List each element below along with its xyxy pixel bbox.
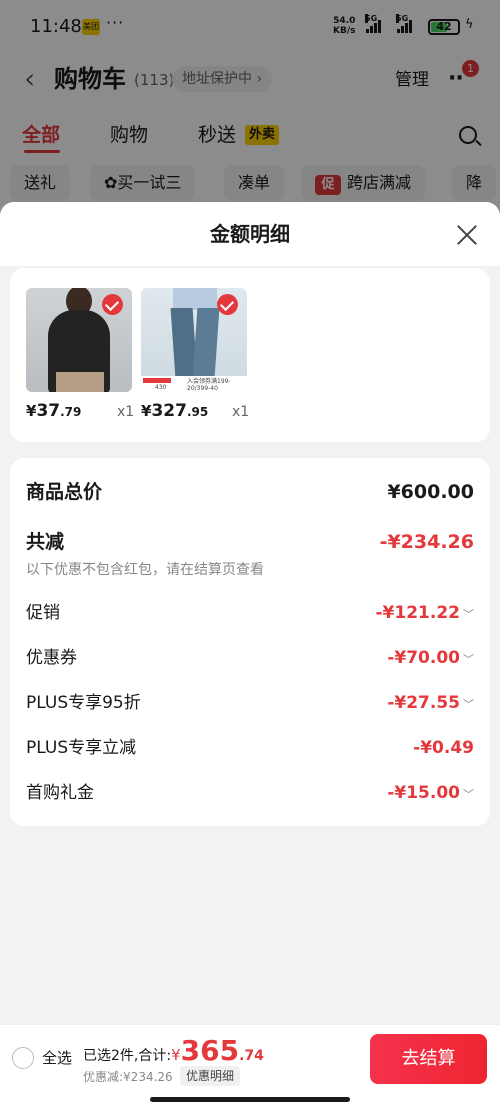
plus-reduce-row: PLUS专享立减 -¥0.49	[26, 734, 474, 762]
first-buy-gift-row[interactable]: 首购礼金 -¥15.00 ﹀	[26, 779, 474, 807]
chevron-down-icon: ﹀	[463, 788, 474, 801]
total-price-value: ¥600.00	[387, 481, 474, 503]
image-strip-price: 430	[155, 384, 167, 391]
total-reduce-value: -¥234.26	[379, 531, 474, 553]
sheet-header: 金额明细	[0, 202, 500, 266]
promo-row[interactable]: 促销 -¥121.22 ﹀	[26, 599, 474, 627]
total-price-row: 商品总价 ¥600.00	[26, 478, 474, 506]
plus-discount-value: -¥27.55 ﹀	[387, 693, 474, 713]
product-quantity: x1	[232, 404, 250, 420]
product-card: ¥37.79 x1 430 入会领券满199-20/399-40 ¥327.95 …	[10, 268, 490, 442]
home-indicator[interactable]	[150, 1097, 350, 1102]
image-strip-text: 入会领券满199-20/399-40	[187, 378, 231, 392]
select-all-radio[interactable]	[12, 1047, 34, 1069]
coupon-row[interactable]: 优惠券 -¥70.00 ﹀	[26, 644, 474, 672]
check-icon[interactable]	[102, 294, 123, 315]
close-icon[interactable]	[456, 224, 478, 246]
discount-detail-button[interactable]: 优惠明细	[180, 1066, 241, 1086]
plus-reduce-value: -¥0.49	[413, 738, 474, 758]
total-price-label: 商品总价	[26, 481, 103, 503]
discount-note: 以下优惠不包含红包，请在结算页查看	[26, 562, 264, 578]
first-buy-gift-label: 首购礼金	[26, 783, 94, 803]
coupon-label: 优惠券	[26, 648, 77, 668]
promo-value: -¥121.22 ﹀	[375, 603, 475, 623]
amount-detail-sheet: 金额明细 ¥37.79 x1 430 入会领券满199-20/399-40 ¥32…	[0, 202, 500, 1111]
promo-label: 促销	[26, 603, 60, 623]
selected-total: 已选2件,合计:¥365.74	[83, 1034, 264, 1067]
sheet-title: 金额明细	[210, 222, 290, 246]
check-icon[interactable]	[217, 294, 238, 315]
chevron-down-icon: ﹀	[463, 698, 474, 711]
plus-reduce-label: PLUS专享立减	[26, 738, 137, 758]
coupon-value: -¥70.00 ﹀	[387, 648, 474, 668]
plus-discount-row[interactable]: PLUS专享95折 -¥27.55 ﹀	[26, 689, 474, 717]
discount-total: 优惠减:¥234.26	[83, 1070, 173, 1084]
total-reduce-row: 共减 -¥234.26	[26, 528, 474, 556]
first-buy-gift-value: -¥15.00 ﹀	[387, 783, 474, 803]
checkout-button[interactable]: 去结算	[370, 1034, 487, 1084]
plus-discount-label: PLUS专享95折	[26, 693, 141, 713]
product-price: ¥37.79	[26, 401, 82, 421]
dim-overlay[interactable]	[0, 0, 500, 220]
total-reduce-label: 共减	[26, 531, 65, 553]
chevron-down-icon: ﹀	[463, 608, 474, 621]
price-summary-card: 商品总价 ¥600.00 共减 -¥234.26 以下优惠不包含红包，请在结算页…	[10, 458, 490, 826]
product-price: ¥327.95	[141, 401, 209, 421]
select-all-label[interactable]: 全选	[42, 1047, 72, 1069]
chevron-down-icon: ﹀	[463, 653, 474, 666]
product-quantity: x1	[117, 404, 135, 420]
